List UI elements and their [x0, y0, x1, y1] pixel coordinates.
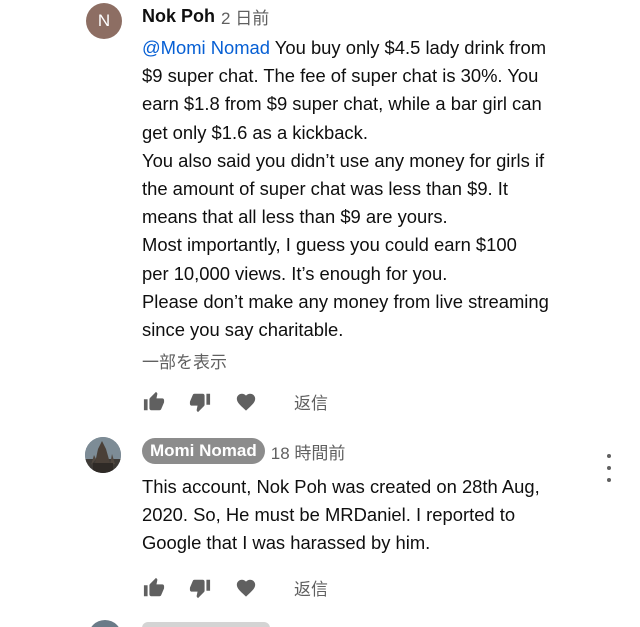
mention-link[interactable]: @Momi Nomad [142, 37, 270, 58]
comment-header: Momi Nomad 18 時間前 [142, 438, 345, 464]
dislike-button[interactable] [188, 390, 212, 414]
comment-line: Please don’t make any money from live st… [142, 290, 549, 312]
heart-button[interactable] [234, 390, 258, 414]
comment-line: the amount of super chat was less than $… [142, 178, 508, 200]
thumbs-down-icon [189, 579, 211, 598]
like-button[interactable] [142, 576, 166, 600]
heart-icon [236, 393, 256, 411]
comment-line-text: You buy only $4.5 lady drink from [270, 37, 547, 58]
comment-line: Most importantly, I guess you could earn… [142, 234, 517, 256]
reply-button[interactable]: 返信 [294, 389, 328, 414]
avatar[interactable] [88, 620, 122, 627]
comment-author[interactable]: Nok Poh [142, 6, 215, 27]
comment-author[interactable]: Momi Nomad [142, 438, 265, 464]
comment-text: @Momi Nomad You buy only $4.5 lady drink… [142, 34, 612, 344]
comment-line: You also said you didn’t use any money f… [142, 149, 545, 171]
comment-line: means that all less than $9 are yours. [142, 206, 448, 228]
avatar-photo-icon [85, 437, 121, 473]
heart-icon [236, 579, 256, 597]
comment-line: 2020. So, He must be MRDaniel. I reporte… [142, 504, 516, 526]
thumbs-up-icon [143, 577, 165, 596]
avatar[interactable] [85, 437, 121, 473]
avatar[interactable]: N [86, 3, 122, 39]
comment-line: since you say charitable. [142, 319, 344, 341]
thumbs-up-icon [143, 391, 165, 410]
comment-author-placeholder [142, 622, 270, 627]
dot [607, 478, 611, 482]
dot [607, 454, 611, 458]
comment-line: This account, Nok Poh was created on 28t… [142, 476, 540, 497]
comment-text: This account, Nok Poh was created on 28t… [142, 473, 612, 558]
comment-line: get only $1.6 as a kickback. [142, 121, 368, 143]
avatar-letter: N [97, 11, 111, 30]
comment-header: Nok Poh 2 日前 [142, 4, 269, 29]
dislike-button[interactable] [188, 576, 212, 600]
dot [607, 466, 611, 470]
reply-button[interactable]: 返信 [294, 575, 328, 600]
read-more-link[interactable]: 一部を表示 [142, 348, 227, 373]
comment-line: $9 super chat. The fee of super chat is … [142, 65, 539, 87]
comment-actions: 返信 [142, 575, 328, 600]
like-button[interactable] [142, 390, 166, 414]
comment-time[interactable]: 2 日前 [221, 4, 269, 29]
heart-button[interactable] [234, 576, 258, 600]
comment-line: earn $1.8 from $9 super chat, while a ba… [142, 93, 542, 115]
more-vert-icon[interactable] [603, 454, 615, 482]
comment-line: Google that I was harassed by him. [142, 532, 431, 554]
thumbs-down-icon [189, 393, 211, 412]
comments-panel: { "comments": [ { "avatar_letter": "N", … [0, 0, 640, 627]
comment-line: per 10,000 views. It’s enough for you. [142, 262, 448, 284]
comment-line: @Momi Nomad You buy only $4.5 lady drink… [142, 34, 612, 62]
comment-actions: 返信 [142, 389, 328, 414]
comment-time[interactable]: 18 時間前 [271, 439, 346, 464]
